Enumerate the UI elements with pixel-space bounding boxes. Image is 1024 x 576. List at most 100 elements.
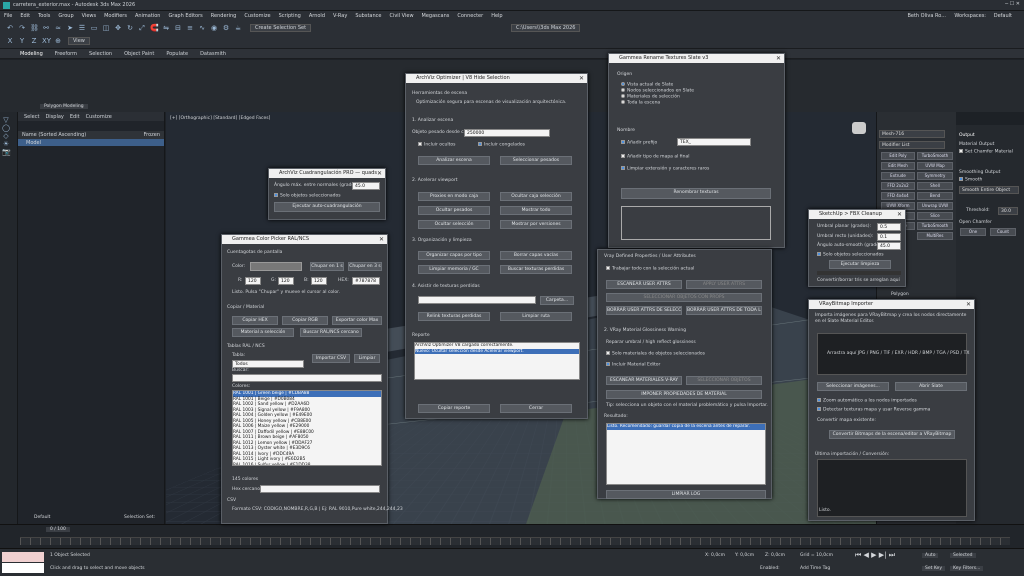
modifier-stack-polygon[interactable]: Polygon xyxy=(891,292,909,297)
window-controls[interactable]: ─ ☐ ✕ xyxy=(1005,1,1020,7)
modifier-button-14[interactable]: Slice xyxy=(917,212,953,220)
select-images-button[interactable]: Seleccionar imágenes... xyxy=(817,382,889,391)
project-path[interactable]: C:\Users\\3ds Max 2026 xyxy=(511,24,581,32)
add-map-type-checkbox[interactable]: Añadir tipo de mapa al final xyxy=(621,154,690,160)
render-setup-icon[interactable]: ⚙ xyxy=(222,24,230,32)
workspace-select[interactable]: Default xyxy=(994,13,1012,19)
r-field[interactable]: 120 xyxy=(245,277,261,285)
delete-empty-layers-button[interactable]: Borrar capas vacías xyxy=(500,251,572,260)
scan-user-attrs-button[interactable]: ESCANEAR USER ATTRS xyxy=(606,280,682,289)
open-slate-button[interactable]: Abrir Slate xyxy=(895,382,967,391)
axis-x-icon[interactable]: X xyxy=(6,37,14,45)
geometry-icon[interactable]: ◯ xyxy=(2,124,10,132)
material-editor-icon[interactable]: ◉ xyxy=(210,24,218,32)
scene-column-name[interactable]: Name (Sorted Ascending) xyxy=(22,132,86,138)
include-frozen-checkbox[interactable]: Incluir congelados xyxy=(478,142,525,148)
layer-default[interactable]: Default xyxy=(34,515,50,520)
scan-vray-materials-button[interactable]: ESCANEAR MATERIALES V-RAY xyxy=(606,376,682,385)
scene-tab-display[interactable]: Display xyxy=(45,114,63,120)
find-nearest-button[interactable]: Buscar RAL/NCS cercano xyxy=(300,328,362,337)
modifier-button-16[interactable]: TurboSmooth xyxy=(917,222,953,230)
auto-zoom-checkbox[interactable]: Zoom automático a los nodos importados xyxy=(817,398,917,404)
hide-selection-box-button[interactable]: Ocultar caja selección xyxy=(500,192,572,201)
hide-heavy-button[interactable]: Ocultar pesados xyxy=(418,206,490,215)
filter-icon[interactable]: ▽ xyxy=(2,116,10,124)
coord-x[interactable]: X: 0,0cm xyxy=(705,553,725,558)
modifier-button-1[interactable]: Edit Poly xyxy=(881,152,915,160)
selection-set-dropdown[interactable]: Create Selection Set xyxy=(250,24,312,32)
menu-civil-view[interactable]: Civil View xyxy=(389,13,413,19)
select-icon[interactable]: ➤ xyxy=(66,24,74,32)
menu-connecter[interactable]: Connecter xyxy=(457,13,483,19)
export-color-button[interactable]: Exportar color Max xyxy=(332,316,382,325)
import-log[interactable] xyxy=(817,459,967,517)
close-icon[interactable]: ✕ xyxy=(579,74,584,83)
source-whole-scene[interactable]: Toda la escena xyxy=(621,100,660,106)
undo-icon[interactable]: ↶ xyxy=(6,24,14,32)
detect-gamma-checkbox[interactable]: Detectar texturas mapa y usar Reverse ga… xyxy=(817,407,930,413)
count-button[interactable]: Count xyxy=(990,228,1016,236)
modifier-button-9[interactable]: FFD 4x4x4 xyxy=(881,192,915,200)
menu-animation[interactable]: Animation xyxy=(135,13,161,19)
include-hidden-checkbox[interactable]: Incluir ocultos xyxy=(418,142,455,148)
prefix-field[interactable]: TEX_ xyxy=(677,138,751,146)
ribbon-tab-object-paint[interactable]: Object Paint xyxy=(124,51,154,57)
scene-column-frozen[interactable]: Frozen xyxy=(144,132,160,138)
ribbon-tab-populate[interactable]: Populate xyxy=(166,51,188,57)
link-icon[interactable]: ⛓ xyxy=(30,24,39,32)
delete-user-attrs-selection-button[interactable]: BORRAR USER ATTRS DE SELECCIÓN xyxy=(606,306,682,315)
clear-log-button[interactable]: LIMPIAR LOG xyxy=(606,490,766,499)
select-objects-props-button[interactable]: SELECCIONAR OBJETOS CON PROPS xyxy=(606,293,762,302)
unlink-icon[interactable]: ⚯ xyxy=(42,24,50,32)
menu-group[interactable]: Group xyxy=(58,13,73,19)
menu-megascans[interactable]: Megascans xyxy=(422,13,450,19)
copy-rgb-button[interactable]: Copiar RGB xyxy=(282,316,328,325)
mirror-icon[interactable]: ⇋ xyxy=(162,24,170,32)
redo-icon[interactable]: ↷ xyxy=(18,24,26,32)
axis-z-icon[interactable]: Z xyxy=(30,37,38,45)
material-to-selection-button[interactable]: Material a selección xyxy=(232,328,294,337)
select-objects-button[interactable]: SELECCIONAR OBJETOS xyxy=(686,376,762,385)
folder-button[interactable]: Carpeta... xyxy=(540,296,574,305)
textures-folder-input[interactable] xyxy=(418,296,536,304)
source-selection-materials[interactable]: Materiales de selección xyxy=(621,94,680,100)
layers-icon[interactable]: ≡ xyxy=(186,24,194,32)
close-icon[interactable]: ✕ xyxy=(776,54,781,63)
modifier-button-7[interactable]: FFD 2x2x2 xyxy=(881,182,915,190)
report-log[interactable]: ArchViz Optimizer V8 cargado correctamen… xyxy=(414,342,580,380)
copy-report-button[interactable]: Copiar reporte xyxy=(418,404,490,413)
ref-coord-icon[interactable]: ⊕ xyxy=(54,37,62,45)
ribbon-tab-datasmith[interactable]: Datasmith xyxy=(200,51,226,57)
modifier-button-2[interactable]: TurboSmooth xyxy=(917,152,953,160)
ribbon-subpanel[interactable]: Polygon Modeling xyxy=(40,104,88,109)
scene-tab-select[interactable]: Select xyxy=(24,114,39,120)
add-time-tag[interactable]: Add Time Tag xyxy=(800,566,830,571)
object-name-field[interactable]: Mesh-716 xyxy=(879,130,945,138)
menu-vray[interactable]: V-Ray xyxy=(333,13,347,19)
select-heavy-button[interactable]: Seleccionar pesados xyxy=(500,156,572,165)
modifier-button-3[interactable]: Edit Mesh xyxy=(881,162,915,170)
move-icon[interactable]: ✥ xyxy=(114,24,122,32)
close-icon[interactable]: ✕ xyxy=(966,300,971,309)
modifier-button-6[interactable]: Symmetry xyxy=(917,172,953,180)
rotate-icon[interactable]: ↻ xyxy=(126,24,134,32)
scene-tab-customize[interactable]: Customize xyxy=(86,114,112,120)
maxscript-listener-2[interactable] xyxy=(2,563,44,573)
scene-item-model[interactable]: Model xyxy=(26,140,41,146)
source-current-view[interactable]: Vista actual de Slate xyxy=(621,82,673,88)
menu-help[interactable]: Help xyxy=(491,13,502,19)
set-key-button[interactable]: Set Key xyxy=(922,566,945,571)
viewcube-icon[interactable] xyxy=(852,122,866,134)
run-cleanup-button[interactable]: Ejecutar limpieza xyxy=(829,260,891,269)
ribbon-tab-selection[interactable]: Selection xyxy=(89,51,112,57)
color-list[interactable]: RAL 1001 | Green beige | #CDBA88 RAL 1001… xyxy=(232,390,382,466)
close-icon[interactable]: ✕ xyxy=(379,235,384,244)
light-icon[interactable]: ☀ xyxy=(2,140,10,148)
frame-counter[interactable]: 0 / 100 xyxy=(46,527,70,532)
find-missing-textures-button[interactable]: Buscar texturas perdidas xyxy=(500,265,572,274)
render-icon[interactable]: ☕ xyxy=(234,24,242,32)
bind-icon[interactable]: ≈ xyxy=(54,24,62,32)
delete-user-attrs-scene-button[interactable]: BORRAR USER ATTRS DE TODA LA ESC. xyxy=(686,306,762,315)
coord-z[interactable]: Z: 0,0cm xyxy=(765,553,785,558)
organize-layers-button[interactable]: Organizar capas por tipo xyxy=(418,251,490,260)
